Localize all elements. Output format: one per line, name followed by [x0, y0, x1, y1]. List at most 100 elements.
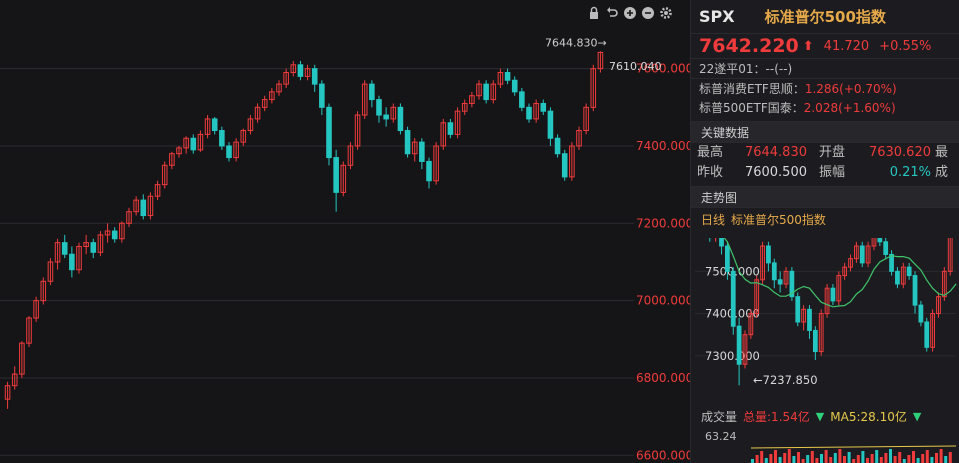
volume-bar: [898, 452, 902, 463]
zoom-in-icon[interactable]: [622, 6, 637, 21]
volume-bar: [870, 454, 874, 463]
mini-y-tick-label: 7300.000: [705, 349, 760, 363]
candle-body: [383, 114, 389, 120]
mini-candlestick-chart[interactable]: 7500.0007400.0007300.000←7237.850: [691, 238, 959, 404]
candle-body: [90, 242, 97, 253]
y-tick-label: 7200.000: [636, 216, 690, 230]
undo-icon[interactable]: [604, 6, 619, 21]
volume-header: 成交量 总量:1.54亿 ▼ MA5:28.10亿 ▼: [691, 406, 921, 426]
mini-candle-body: [859, 245, 865, 264]
candle-body: [519, 91, 525, 108]
y-tick-label: 6800.000: [636, 371, 690, 385]
volume-bar: [778, 457, 782, 463]
truncated-label: 最: [935, 145, 949, 160]
candle-body: [511, 79, 518, 93]
symbol-code: SPX: [699, 7, 735, 26]
candle-body: [540, 102, 547, 112]
zoom-out-icon[interactable]: [640, 6, 655, 21]
volume-bar: [774, 450, 777, 463]
related-etf-1-value: 1.286(+0.70%): [804, 82, 897, 96]
high-label: 最高: [697, 145, 724, 160]
volume-bar: [764, 458, 768, 463]
volume-bar: [935, 453, 938, 463]
quote-panel: SPX 标准普尔500指数 7642.220 ⬆ 41.720 +0.55% 2…: [690, 0, 959, 463]
volume-bar: [838, 449, 842, 463]
period-daily-tab[interactable]: 日线: [701, 211, 725, 228]
volume-bar: [912, 451, 915, 463]
mini-candle-body: [812, 329, 818, 353]
low-annotation: ←7237.850: [753, 373, 818, 387]
quote-header: SPX 标准普尔500指数: [691, 0, 959, 34]
candle-body: [483, 83, 489, 101]
mini-candle-body: [795, 296, 801, 323]
volume-bar: [856, 455, 860, 463]
volume-bar: [815, 458, 819, 463]
gear-icon[interactable]: [658, 6, 673, 21]
volume-bar: [852, 459, 856, 463]
volume-bar: [930, 457, 934, 463]
related-bond-line[interactable]: 22遂平01：--(--): [691, 58, 959, 78]
price-row: 7642.220 ⬆ 41.720 +0.55%: [691, 34, 959, 58]
last-price-value: 7642.220: [699, 35, 799, 57]
volume-bar: [755, 455, 759, 463]
volume-bar: [833, 453, 837, 463]
mini-candle-body: [883, 241, 889, 255]
candle-body: [190, 137, 197, 151]
down-arrow-icon: ▼: [912, 409, 922, 423]
volume-bar: [921, 454, 925, 463]
candle-body: [404, 130, 411, 155]
volume-axis-value: 63.24: [705, 430, 737, 443]
volume-bar: [884, 453, 888, 463]
candle-body: [226, 145, 232, 159]
volume-bar: [760, 451, 764, 463]
mini-candle-body: [725, 245, 730, 272]
volume-bar: [939, 449, 943, 463]
mini-chart-tabs: 日线 标准普尔500指数: [691, 208, 959, 230]
mini-candle-body: [766, 245, 771, 264]
volume-bar: [783, 453, 787, 463]
volume-bar: [889, 449, 892, 463]
up-arrow-icon: ⬆: [802, 38, 814, 54]
mini-candle-body: [895, 270, 900, 285]
candle-body: [326, 106, 332, 159]
candle-body: [333, 157, 339, 193]
high-value: 7644.830: [744, 145, 807, 160]
candle-body: [426, 160, 432, 182]
candle-body: [419, 141, 425, 162]
down-arrow-icon: ▼: [815, 409, 825, 423]
mini-candle-body: [736, 325, 742, 365]
volume-bar: [797, 452, 800, 463]
volume-bar: [879, 457, 883, 463]
candlestick-chart[interactable]: 7600.0007400.0007200.0007000.0006800.000…: [0, 0, 690, 463]
volume-bar: [843, 456, 846, 463]
key-data-title[interactable]: 关键数据: [691, 121, 959, 143]
main-chart-area[interactable]: 7600.000 7400.000 7200.000 7000.000 6800.000…: [0, 0, 690, 463]
chart-toolbar: [586, 6, 673, 21]
volume-bar: [792, 456, 796, 463]
volume-bar: [847, 452, 851, 463]
related-etf-line-2[interactable]: 标普500ETF国泰：2.028(+1.60%): [691, 98, 959, 118]
amplitude-value: 0.21%: [889, 165, 931, 180]
mini-candle-body: [730, 270, 736, 327]
volume-bar: [824, 450, 828, 463]
volume-bar: [810, 451, 814, 463]
volume-bar: [907, 455, 911, 463]
lock-icon[interactable]: [586, 6, 601, 21]
mini-candle-body: [906, 266, 912, 277]
related-etf-line-1[interactable]: 标普消费ETF思顺：1.286(+0.70%): [691, 78, 959, 98]
candle-body: [397, 106, 404, 132]
price-change: 41.720: [823, 38, 870, 54]
candle-body: [111, 230, 118, 240]
candle-body: [561, 153, 568, 178]
symbol-name: 标准普尔500指数: [764, 8, 886, 26]
volume-label: 成交量: [701, 409, 738, 424]
volume-bar: [866, 458, 869, 463]
candle-body: [504, 72, 511, 81]
trend-title[interactable]: 走势图: [691, 186, 959, 208]
candle-body: [376, 99, 382, 116]
y-tick-label: 7400.000: [636, 139, 690, 153]
volume-bar: [820, 454, 823, 463]
mini-candle-body: [719, 238, 724, 247]
volume-bar: [875, 450, 879, 463]
volume-bar: [902, 459, 906, 463]
